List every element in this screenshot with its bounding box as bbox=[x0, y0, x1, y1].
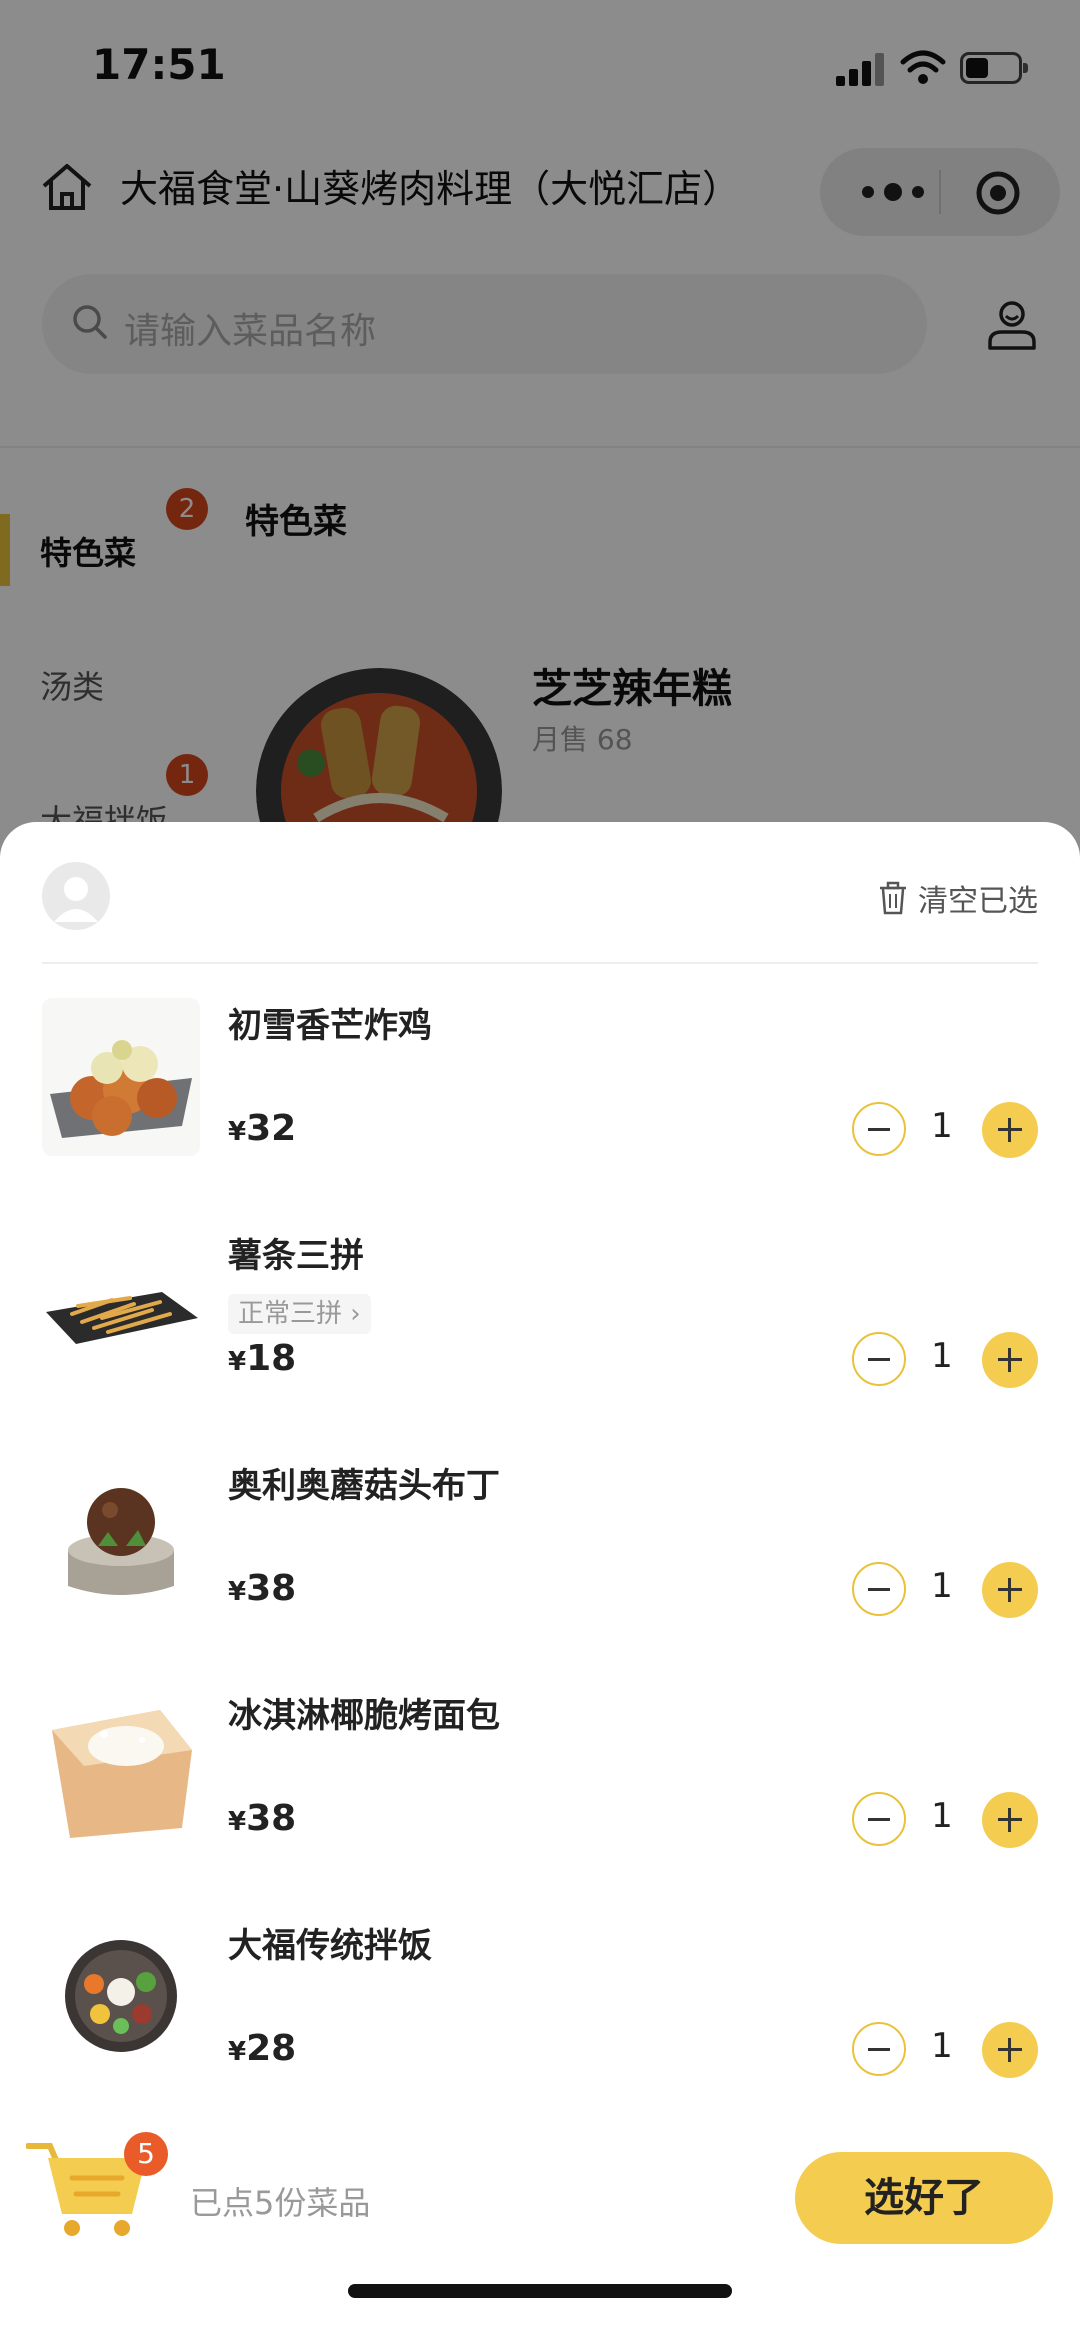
decrease-quantity-button[interactable] bbox=[852, 1102, 906, 1156]
increase-quantity-button[interactable] bbox=[982, 1792, 1038, 1848]
price-value: 38 bbox=[246, 1798, 297, 1839]
increase-quantity-button[interactable] bbox=[982, 1102, 1038, 1158]
quantity-value: 1 bbox=[931, 1106, 953, 1146]
price-value: 38 bbox=[246, 1568, 297, 1609]
increase-quantity-button[interactable] bbox=[982, 2022, 1038, 2078]
currency-symbol: ¥ bbox=[228, 1347, 247, 1377]
cart-item-name: 大福传统拌饭 bbox=[228, 1926, 432, 1966]
currency-symbol: ¥ bbox=[228, 2037, 247, 2067]
cart-item: 冰淇淋椰脆烤面包 ¥38 1 bbox=[0, 1670, 1080, 1900]
price-value: 18 bbox=[246, 1338, 297, 1379]
cart-item: 薯条三拼 正常三拼 › ¥18 1 bbox=[0, 1210, 1080, 1440]
cart-item-name: 薯条三拼 bbox=[228, 1236, 364, 1276]
increase-quantity-button[interactable] bbox=[982, 1562, 1038, 1618]
avatar bbox=[42, 862, 110, 930]
currency-symbol: ¥ bbox=[228, 1117, 247, 1147]
home-indicator bbox=[348, 2284, 732, 2298]
dish-thumbnail bbox=[42, 1918, 200, 2076]
cart-sheet: 清空已选 初雪香芒炸鸡 ¥32 1 薯条三拼 正常三拼 › ¥18 1 奥利奥蘑… bbox=[0, 822, 1080, 2337]
cart-header: 清空已选 bbox=[0, 822, 1080, 964]
cart-header-divider bbox=[42, 962, 1038, 964]
quantity-value: 1 bbox=[931, 2026, 953, 2066]
cart-item-name: 奥利奥蘑菇头布丁 bbox=[228, 1466, 500, 1506]
trash-icon bbox=[880, 881, 906, 915]
price-value: 32 bbox=[246, 1108, 297, 1149]
decrease-quantity-button[interactable] bbox=[852, 1562, 906, 1616]
cart-summary: 已点5份菜品 bbox=[190, 2184, 371, 2222]
dish-thumbnail bbox=[42, 1228, 200, 1386]
dish-thumbnail bbox=[42, 998, 200, 1156]
clear-cart-button[interactable]: 清空已选 bbox=[878, 878, 1038, 919]
cart-item-name: 冰淇淋椰脆烤面包 bbox=[228, 1696, 500, 1736]
cart-count-badge: 5 bbox=[124, 2132, 168, 2176]
quantity-value: 1 bbox=[931, 1566, 953, 1606]
cart-item-name: 初雪香芒炸鸡 bbox=[228, 1006, 432, 1046]
cart-item: 奥利奥蘑菇头布丁 ¥38 1 bbox=[0, 1440, 1080, 1670]
decrease-quantity-button[interactable] bbox=[852, 1332, 906, 1386]
confirm-order-button[interactable]: 选好了 bbox=[795, 2152, 1053, 2244]
currency-symbol: ¥ bbox=[228, 1807, 247, 1837]
cart-item-price: ¥38 bbox=[228, 1568, 296, 1609]
cart-item-price: ¥28 bbox=[228, 2028, 296, 2069]
decrease-quantity-button[interactable] bbox=[852, 2022, 906, 2076]
cart-item-spec[interactable]: 正常三拼 › bbox=[228, 1294, 371, 1334]
decrease-quantity-button[interactable] bbox=[852, 1792, 906, 1846]
dish-thumbnail bbox=[42, 1688, 200, 1846]
cart-item: 大福传统拌饭 ¥28 1 bbox=[0, 1900, 1080, 2130]
cart-item-price: ¥32 bbox=[228, 1108, 296, 1149]
cart-item-price: ¥38 bbox=[228, 1798, 296, 1839]
cart-bottom-bar: 5 已点5份菜品 选好了 bbox=[0, 2100, 1080, 2337]
price-value: 28 bbox=[246, 2028, 297, 2069]
dish-thumbnail bbox=[42, 1458, 200, 1616]
currency-symbol: ¥ bbox=[228, 1577, 247, 1607]
quantity-value: 1 bbox=[931, 1796, 953, 1836]
quantity-value: 1 bbox=[931, 1336, 953, 1376]
cart-item: 初雪香芒炸鸡 ¥32 1 bbox=[0, 980, 1080, 1210]
clear-cart-label: 清空已选 bbox=[918, 884, 1038, 919]
cart-item-price: ¥18 bbox=[228, 1338, 296, 1379]
increase-quantity-button[interactable] bbox=[982, 1332, 1038, 1388]
